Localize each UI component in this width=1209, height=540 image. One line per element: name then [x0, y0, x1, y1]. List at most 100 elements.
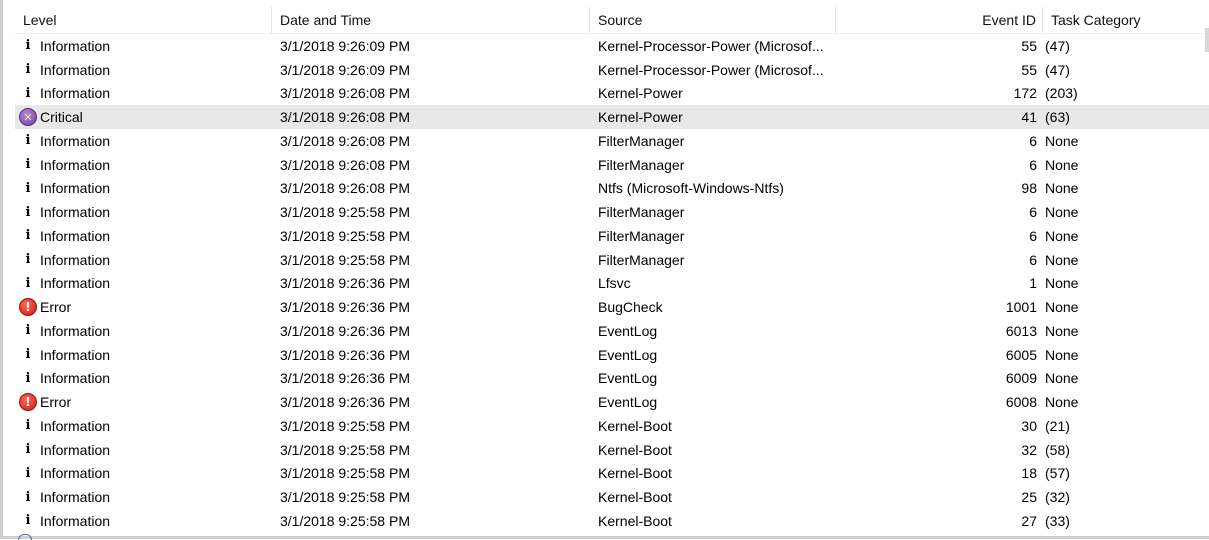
event-row[interactable]: i Information 3/1/2018 9:26:36 PM EventLog 6… — [15, 343, 1209, 367]
information-icon: i — [25, 85, 31, 101]
event-row[interactable]: i Information 3/1/2018 9:26:36 PM Lfsvc 1 Non… — [15, 272, 1209, 296]
level-cell: ! Error — [15, 298, 272, 317]
level-cell: i Information — [15, 488, 272, 506]
level-cell: i Information — [15, 274, 272, 292]
date-time-cell: 3/1/2018 9:26:09 PM — [280, 37, 410, 54]
date-time-cell: 3/1/2018 9:25:58 PM — [280, 441, 410, 458]
date-time-cell: 3/1/2018 9:26:36 PM — [280, 299, 410, 316]
column-header-event-id[interactable]: Event ID — [836, 7, 1043, 33]
date-time-cell: 3/1/2018 9:26:08 PM — [280, 132, 410, 149]
event-id-cell: 30 — [1021, 417, 1037, 434]
level-label: Error — [40, 394, 72, 411]
task-category-cell: None — [1045, 227, 1079, 244]
date-time-cell: 3/1/2018 9:26:08 PM — [280, 156, 410, 173]
event-id-cell: 27 — [1021, 512, 1037, 529]
task-category-cell: (58) — [1045, 441, 1070, 458]
level-cell: i Information — [15, 156, 272, 174]
event-row[interactable]: i Information 3/1/2018 9:26:36 PM EventLog 6… — [15, 367, 1209, 391]
level-cell: i Information — [15, 322, 272, 340]
event-row[interactable]: i Information 3/1/2018 9:25:58 PM Kernel-Bo… — [15, 438, 1209, 462]
column-header-task-category[interactable]: Task Category — [1043, 7, 1209, 33]
date-time-cell: 3/1/2018 9:25:58 PM — [280, 227, 410, 244]
level-label: Information — [40, 180, 111, 197]
level-label: Information — [40, 441, 111, 458]
level-label: Information — [40, 322, 111, 339]
date-time-cell: 3/1/2018 9:25:58 PM — [280, 465, 410, 482]
vertical-scrollbar[interactable] — [1205, 28, 1209, 52]
event-row[interactable]: i Information 3/1/2018 9:26:09 PM Kernel-Pr… — [15, 58, 1209, 82]
level-label: Information — [40, 204, 111, 221]
information-icon — [18, 534, 32, 540]
event-row[interactable]: i Information 3/1/2018 9:25:58 PM Kernel-Bo… — [15, 485, 1209, 509]
level-label: Information — [40, 346, 111, 363]
event-row[interactable]: i Information 3/1/2018 9:26:36 PM EventLog 6… — [15, 319, 1209, 343]
source-cell: FilterManager — [598, 204, 685, 221]
task-category-cell: None — [1045, 180, 1079, 197]
event-id-cell: 6009 — [1005, 370, 1037, 387]
information-icon: i — [25, 489, 31, 505]
level-cell: i Information — [15, 417, 272, 435]
level-label: Critical — [40, 109, 83, 126]
source-cell: Kernel-Boot — [598, 417, 672, 434]
task-category-cell: None — [1045, 394, 1079, 411]
event-id-cell: 172 — [1013, 85, 1037, 102]
task-category-cell: None — [1045, 322, 1079, 339]
task-category-cell: (63) — [1045, 109, 1070, 126]
column-header-date-time[interactable]: Date and Time — [272, 7, 590, 33]
event-row[interactable]: i Information 3/1/2018 9:25:58 PM Kernel-Bo… — [15, 414, 1209, 438]
event-id-cell: 55 — [1021, 61, 1037, 78]
event-row[interactable]: i Information 3/1/2018 9:25:58 PM FilterMan… — [15, 200, 1209, 224]
level-label: Information — [40, 417, 111, 434]
information-icon: i — [25, 347, 31, 363]
source-cell: EventLog — [598, 322, 658, 339]
level-label: Information — [40, 489, 111, 506]
event-row[interactable]: i Information 3/1/2018 9:25:58 PM Kernel-Bo… — [15, 462, 1209, 486]
event-row[interactable]: i Information 3/1/2018 9:26:09 PM Kernel-Pr… — [15, 34, 1209, 58]
event-row[interactable]: i Information 3/1/2018 9:25:58 PM Kernel-Bo… — [15, 509, 1209, 533]
level-label: Information — [40, 370, 111, 387]
event-row[interactable]: ! Error 3/1/2018 9:26:36 PM BugCheck 1001 Non… — [15, 295, 1209, 319]
level-cell: i Information — [15, 203, 272, 221]
information-icon: i — [25, 418, 31, 434]
task-category-cell: None — [1045, 275, 1079, 292]
date-time-cell: 3/1/2018 9:26:36 PM — [280, 370, 410, 387]
level-label: Information — [40, 37, 111, 54]
event-id-cell: 18 — [1021, 465, 1037, 482]
event-id-cell: 1001 — [1005, 299, 1037, 316]
event-row[interactable]: i Information 3/1/2018 9:26:08 PM Ntfs (Mic… — [15, 177, 1209, 201]
information-icon: i — [25, 204, 31, 220]
column-header-level[interactable]: Level — [15, 7, 272, 33]
task-category-cell: None — [1045, 132, 1079, 149]
event-row[interactable]: ✕ Critical 3/1/2018 9:26:08 PM Kernel-Power… — [15, 105, 1209, 129]
event-row[interactable]: i Information 3/1/2018 9:26:08 PM Kernel-Po… — [15, 82, 1209, 106]
event-row[interactable]: i Information 3/1/2018 9:25:58 PM FilterMan… — [15, 224, 1209, 248]
date-time-cell: 3/1/2018 9:26:09 PM — [280, 61, 410, 78]
information-icon: i — [25, 38, 31, 54]
event-row[interactable]: i Information 3/1/2018 9:26:08 PM FilterMan… — [15, 129, 1209, 153]
event-row[interactable]: ! Error 3/1/2018 9:26:36 PM EventLog 6008 Non… — [15, 390, 1209, 414]
date-time-cell: 3/1/2018 9:26:36 PM — [280, 275, 410, 292]
level-cell: i Information — [15, 179, 272, 197]
event-id-cell: 32 — [1021, 441, 1037, 458]
date-time-cell: 3/1/2018 9:26:36 PM — [280, 322, 410, 339]
level-cell: i Information — [15, 369, 272, 387]
information-icon: i — [25, 133, 31, 149]
task-category-cell: (57) — [1045, 465, 1070, 482]
event-row[interactable]: i Information 3/1/2018 9:26:08 PM FilterMan… — [15, 153, 1209, 177]
source-cell: Kernel-Processor-Power (Microsof... — [598, 61, 824, 78]
level-cell: ! Error — [15, 393, 272, 412]
column-header-source[interactable]: Source — [590, 7, 836, 33]
information-icon: i — [25, 62, 31, 78]
level-label: Information — [40, 275, 111, 292]
information-icon: i — [25, 370, 31, 386]
level-label: Information — [40, 251, 111, 268]
information-icon: i — [25, 513, 31, 529]
task-category-cell: (21) — [1045, 417, 1070, 434]
information-icon: i — [25, 180, 31, 196]
date-time-cell: 3/1/2018 9:26:36 PM — [280, 346, 410, 363]
event-row[interactable]: i Information 3/1/2018 9:25:58 PM FilterMan… — [15, 248, 1209, 272]
source-cell: EventLog — [598, 370, 658, 387]
source-cell: Kernel-Boot — [598, 465, 672, 482]
source-cell: Lfsvc — [598, 275, 631, 292]
information-icon: i — [25, 275, 31, 291]
